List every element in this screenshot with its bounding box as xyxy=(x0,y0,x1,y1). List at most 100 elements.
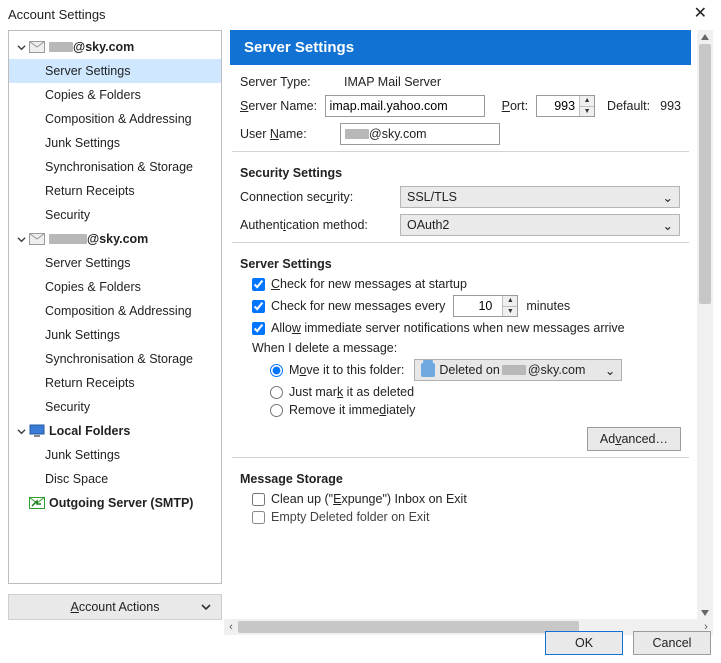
check-every-checkbox[interactable] xyxy=(252,300,265,313)
redacted-text xyxy=(345,129,369,139)
sidebar-item-label: Return Receipts xyxy=(45,184,135,198)
redacted-text xyxy=(49,42,73,52)
remove-immediately-radio[interactable] xyxy=(270,404,283,417)
sidebar-item-sync[interactable]: Synchronisation & Storage xyxy=(9,347,221,371)
user-name-input[interactable]: @sky.com xyxy=(340,123,500,145)
authentication-method-select[interactable]: OAuth2 ⌄ xyxy=(400,214,680,236)
sidebar-item-label: Copies & Folders xyxy=(45,88,141,102)
move-to-folder-radio[interactable] xyxy=(270,364,283,377)
spin-down-icon[interactable]: ▼ xyxy=(503,307,517,317)
sidebar-item-junk[interactable]: Junk Settings xyxy=(9,131,221,155)
sidebar-item-label: Synchronisation & Storage xyxy=(45,160,193,174)
account-node-2[interactable]: @sky.com xyxy=(9,227,221,251)
ok-button[interactable]: OK xyxy=(545,631,623,655)
sidebar-item-composition[interactable]: Composition & Addressing xyxy=(9,299,221,323)
move-to-folder-label: Move it to this folder: xyxy=(289,363,404,377)
sidebar-item-security[interactable]: Security xyxy=(9,395,221,419)
chevron-down-icon[interactable] xyxy=(15,41,27,53)
server-name-label: Server Name: xyxy=(240,99,325,113)
sidebar-item-copies-folders[interactable]: Copies & Folders xyxy=(9,275,221,299)
check-interval-input[interactable] xyxy=(454,296,496,316)
allow-notifications-label: Allow immediate server notifications whe… xyxy=(271,321,625,335)
sidebar-item-return-receipts[interactable]: Return Receipts xyxy=(9,179,221,203)
spin-up-icon[interactable]: ▲ xyxy=(580,96,594,107)
trash-folder-pre: Deleted on xyxy=(439,363,499,377)
sidebar-item-label: Synchronisation & Storage xyxy=(45,352,193,366)
server-name-input[interactable] xyxy=(325,95,485,117)
redacted-text xyxy=(49,234,87,244)
check-startup-label: Check for new messages at startup xyxy=(271,277,467,291)
chevron-down-icon[interactable] xyxy=(15,425,27,437)
sidebar-item-junk[interactable]: Junk Settings xyxy=(9,323,221,347)
account-actions-label: Account Actions xyxy=(71,600,160,614)
trash-folder-suf: @sky.com xyxy=(528,363,586,377)
message-storage-title: Message Storage xyxy=(240,472,681,486)
sidebar-item-security[interactable]: Security xyxy=(9,203,221,227)
sidebar-item-label: Junk Settings xyxy=(45,136,120,150)
sidebar-item-label: Server Settings xyxy=(45,64,130,78)
outgoing-icon xyxy=(29,496,45,510)
connection-security-value: SSL/TLS xyxy=(407,190,457,204)
sidebar-item-sync[interactable]: Synchronisation & Storage xyxy=(9,155,221,179)
redacted-text xyxy=(502,365,526,375)
account-node-1[interactable]: @sky.com xyxy=(9,35,221,59)
sidebar-item-disc-space[interactable]: Disc Space xyxy=(9,467,221,491)
outgoing-server-node[interactable]: Outgoing Server (SMTP) xyxy=(9,491,221,515)
sidebar-item-copies-folders[interactable]: Copies & Folders xyxy=(9,83,221,107)
sidebar-item-composition[interactable]: Composition & Addressing xyxy=(9,107,221,131)
mark-deleted-radio[interactable] xyxy=(270,386,283,399)
allow-notifications-checkbox[interactable] xyxy=(252,322,265,335)
port-stepper[interactable]: ▲▼ xyxy=(536,95,595,117)
window-title: Account Settings xyxy=(8,7,106,22)
scroll-left-icon[interactable]: ‹ xyxy=(224,621,238,633)
sidebar-item-label: Junk Settings xyxy=(45,328,120,342)
server-type-label: Server Type: xyxy=(240,75,340,89)
settings-panel: Server Settings Server Type: IMAP Mail S… xyxy=(230,30,695,620)
trash-icon xyxy=(421,363,435,377)
authentication-method-label: Authentication method: xyxy=(240,218,400,232)
sidebar-item-label: Composition & Addressing xyxy=(45,304,192,318)
chevron-down-icon: ⌄ xyxy=(653,218,673,233)
expunge-checkbox[interactable] xyxy=(252,493,265,506)
trash-folder-select[interactable]: Deleted on @sky.com ⌄ xyxy=(414,359,622,381)
port-label: Port: xyxy=(493,99,529,113)
cancel-button[interactable]: Cancel xyxy=(633,631,711,655)
sidebar-item-label: Disc Space xyxy=(45,472,108,486)
expunge-label: Clean up ("Expunge") Inbox on Exit xyxy=(271,492,467,506)
sidebar-item-label: Security xyxy=(45,208,90,222)
port-input[interactable] xyxy=(537,96,579,116)
sidebar-item-return-receipts[interactable]: Return Receipts xyxy=(9,371,221,395)
sidebar-item-server-settings[interactable]: Server Settings xyxy=(9,251,221,275)
empty-deleted-label: Empty Deleted folder on Exit xyxy=(271,510,429,524)
when-delete-label: When I delete a message: xyxy=(252,341,681,355)
authentication-method-value: OAuth2 xyxy=(407,218,449,232)
spin-up-icon[interactable]: ▲ xyxy=(503,296,517,307)
sidebar-item-label: Composition & Addressing xyxy=(45,112,192,126)
chevron-down-icon: ⌄ xyxy=(653,190,673,205)
sidebar-item-junk-local[interactable]: Junk Settings xyxy=(9,443,221,467)
local-folders-node[interactable]: Local Folders xyxy=(9,419,221,443)
scrollbar-thumb[interactable] xyxy=(699,44,711,304)
outgoing-label: Outgoing Server (SMTP) xyxy=(49,496,193,510)
remove-immediately-label: Remove it immediately xyxy=(289,403,415,417)
close-icon[interactable]: ✕ xyxy=(688,4,713,24)
mail-icon xyxy=(29,232,45,246)
empty-deleted-checkbox[interactable] xyxy=(252,511,265,524)
check-interval-stepper[interactable]: ▲▼ xyxy=(453,295,518,317)
panel-title: Server Settings xyxy=(230,30,691,65)
spin-down-icon[interactable]: ▼ xyxy=(580,107,594,117)
advanced-button[interactable]: Advanced… xyxy=(587,427,681,451)
vertical-scrollbar[interactable] xyxy=(697,30,713,620)
account-tree[interactable]: @sky.com Server Settings Copies & Folder… xyxy=(8,30,222,584)
check-startup-checkbox[interactable] xyxy=(252,278,265,291)
computer-icon xyxy=(29,424,45,438)
default-port-value: 993 xyxy=(660,99,681,113)
sidebar-item-server-settings[interactable]: Server Settings xyxy=(9,59,221,83)
user-name-suffix: @sky.com xyxy=(369,127,427,141)
scrollbar-thumb[interactable] xyxy=(238,621,579,633)
account-actions-button[interactable]: Account Actions xyxy=(8,594,222,620)
chevron-down-icon[interactable] xyxy=(15,233,27,245)
connection-security-select[interactable]: SSL/TLS ⌄ xyxy=(400,186,680,208)
account-label-suffix: @sky.com xyxy=(73,40,134,54)
mail-icon xyxy=(29,40,45,54)
